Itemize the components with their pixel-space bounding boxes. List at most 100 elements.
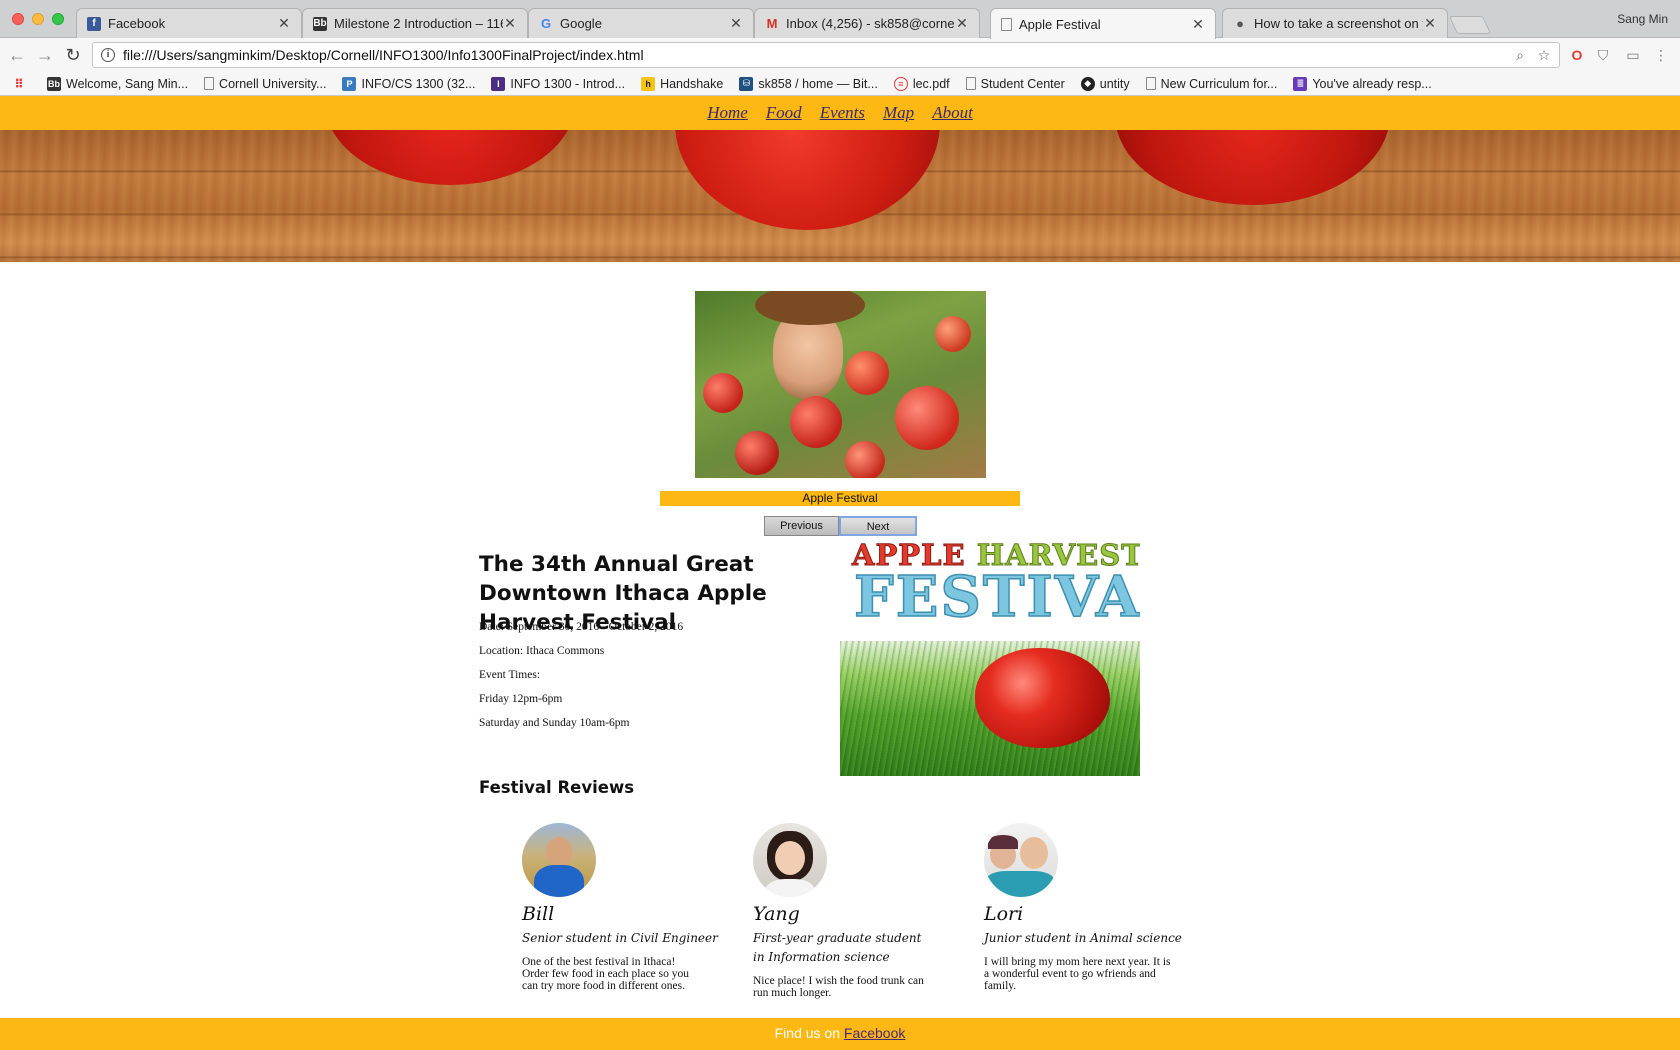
bookmark-item[interactable]: Cornell University... — [204, 77, 326, 91]
forward-icon[interactable]: → — [34, 44, 56, 66]
slideshow-image — [695, 291, 986, 478]
forms-icon: ≣ — [1293, 76, 1308, 91]
reviewer-role: Senior student in Civil Engineer — [522, 931, 718, 945]
tab-milestone[interactable]: Bb Milestone 2 Introduction – 116 ✕ — [302, 8, 528, 38]
bookmarks-bar: ⠿ Bb Welcome, Sang Min... Cornell Univer… — [0, 72, 1680, 96]
apple-shape — [790, 396, 842, 448]
close-tab-icon[interactable]: ✕ — [1191, 16, 1205, 33]
tab-apple-festival[interactable]: Apple Festival ✕ — [990, 8, 1216, 39]
apple-shape — [703, 373, 743, 413]
page-icon — [1001, 17, 1012, 31]
minimize-window-button[interactable] — [32, 13, 44, 25]
next-button[interactable]: Next — [839, 516, 917, 536]
tab-inbox[interactable]: M Inbox (4,256) - sk858@cornel ✕ — [754, 8, 980, 38]
reviewer-name: Yang — [753, 903, 800, 925]
festival-poster: APPLE HARVEST FESTIVAL — [840, 536, 1140, 776]
bookmark-item[interactable]: Student Center — [965, 77, 1065, 91]
blackboard-icon: Bb — [47, 76, 61, 91]
facebook-icon: f — [87, 16, 101, 31]
nav-events[interactable]: Events — [820, 103, 865, 123]
tab-google[interactable]: G Google ✕ — [528, 8, 754, 38]
previous-button[interactable]: Previous — [764, 516, 839, 536]
bitbucket-icon: ⛁ — [739, 76, 754, 91]
browser-toolbar: ← → ↻ i file:///Users/sangminkim/Desktop… — [0, 38, 1680, 72]
close-tab-icon[interactable]: ✕ — [277, 15, 291, 32]
bookmark-item[interactable]: New Curriculum for... — [1145, 77, 1277, 91]
cast-icon[interactable]: ▭ — [1624, 46, 1642, 64]
bookmark-item[interactable]: ≡ lec.pdf — [893, 76, 950, 91]
reviews-heading: Festival Reviews — [479, 778, 635, 797]
zoom-icon[interactable]: ⌕ — [1511, 47, 1529, 64]
bookmark-item[interactable]: ⛁ sk858 / home — Bit... — [739, 76, 878, 91]
handshake-icon: h — [641, 76, 656, 91]
info-icon[interactable]: i — [101, 48, 115, 62]
new-tab-button[interactable] — [1448, 16, 1492, 34]
facebook-link[interactable]: Facebook — [844, 1025, 905, 1041]
bookmark-item[interactable]: ≣ You've already resp... — [1293, 76, 1432, 91]
apple-icon: ● — [1236, 16, 1244, 31]
child-hair — [755, 291, 865, 325]
apps-grid-icon: ⠿ — [14, 76, 24, 91]
event-weekend-hours: Saturday and Sunday 10am-6pm — [479, 717, 630, 729]
review-card: Lori Junior student in Animal science I … — [984, 823, 1184, 992]
review-card: Bill Senior student in Civil Engineer On… — [522, 823, 722, 992]
bookmark-item[interactable]: ◆ untity — [1080, 76, 1130, 91]
reviewer-role: Junior student in Animal science — [984, 931, 1182, 945]
apple-shape — [325, 130, 575, 185]
footer-text: Find us on — [774, 1025, 840, 1041]
event-location: Location: Ithaca Commons — [479, 645, 605, 657]
gmail-icon: M — [766, 16, 778, 31]
address-bar[interactable]: i file:///Users/sangminkim/Desktop/Corne… — [92, 42, 1560, 68]
shield-extension-icon[interactable]: ⛉ — [1594, 46, 1612, 64]
bookmark-item[interactable]: P INFO/CS 1300 (32... — [342, 76, 475, 91]
maximize-window-button[interactable] — [52, 13, 64, 25]
event-times-label: Event Times: — [479, 669, 541, 681]
piazza-icon: P — [342, 76, 357, 91]
bookmark-item[interactable]: I INFO 1300 - Introd... — [491, 76, 625, 91]
close-tab-icon[interactable]: ✕ — [503, 15, 517, 32]
nav-food[interactable]: Food — [766, 103, 802, 123]
nav-map[interactable]: Map — [883, 103, 914, 123]
tab-screenshot-howto[interactable]: ● How to take a screenshot on y ✕ — [1222, 8, 1448, 38]
close-window-button[interactable] — [12, 13, 24, 25]
page-icon — [965, 77, 976, 90]
close-tab-icon[interactable]: ✕ — [955, 15, 969, 32]
nav-about[interactable]: About — [932, 103, 973, 123]
review-text: I will bring my mom here next year. It i… — [984, 956, 1171, 992]
opera-extension-icon[interactable]: O — [1568, 46, 1586, 64]
close-tab-icon[interactable]: ✕ — [729, 15, 743, 32]
course-icon: I — [491, 76, 506, 91]
nav-home[interactable]: Home — [707, 103, 748, 123]
tab-facebook[interactable]: f Facebook ✕ — [76, 8, 302, 38]
profile-name[interactable]: Sang Min — [1617, 12, 1668, 26]
reviewer-name: Lori — [984, 903, 1024, 925]
reviewer-name: Bill — [522, 903, 555, 925]
page-icon — [204, 77, 215, 90]
review-text: Nice place! I wish the food trunk can ru… — [753, 975, 924, 999]
apple-shape — [845, 441, 885, 478]
site-nav: Home Food Events Map About — [0, 96, 1680, 130]
close-tab-icon[interactable]: ✕ — [1423, 15, 1437, 32]
apps-bookmark[interactable]: ⠿ — [12, 77, 31, 91]
bookmark-item[interactable]: Bb Welcome, Sang Min... — [47, 76, 188, 91]
apple-shape — [1115, 130, 1390, 205]
avatar — [522, 823, 596, 897]
apple-shape — [735, 431, 779, 475]
site-footer: Find us on Facebook — [0, 1018, 1680, 1050]
unity-icon: ◆ — [1080, 76, 1095, 91]
bookmark-item[interactable]: h Handshake — [641, 76, 723, 91]
apple-shape — [895, 386, 959, 450]
tab-strip: f Facebook ✕ Bb Milestone 2 Introduction… — [0, 0, 1680, 39]
avatar — [984, 823, 1058, 897]
pdf-icon: ≡ — [893, 76, 908, 91]
bookmark-star-icon[interactable]: ☆ — [1535, 47, 1553, 64]
page-icon — [1145, 77, 1156, 90]
event-date: Date: September 30, 2016 - October 2, 20… — [479, 621, 684, 633]
url-text[interactable]: file:///Users/sangminkim/Desktop/Cornell… — [123, 47, 1511, 63]
back-icon[interactable]: ← — [6, 44, 28, 66]
banner-image — [0, 130, 1680, 262]
menu-icon[interactable]: ⋮ — [1652, 46, 1670, 64]
event-friday-hours: Friday 12pm-6pm — [479, 693, 563, 705]
reload-icon[interactable]: ↻ — [62, 44, 84, 66]
web-page: Home Food Events Map About Apple Festiva… — [0, 96, 1680, 1050]
